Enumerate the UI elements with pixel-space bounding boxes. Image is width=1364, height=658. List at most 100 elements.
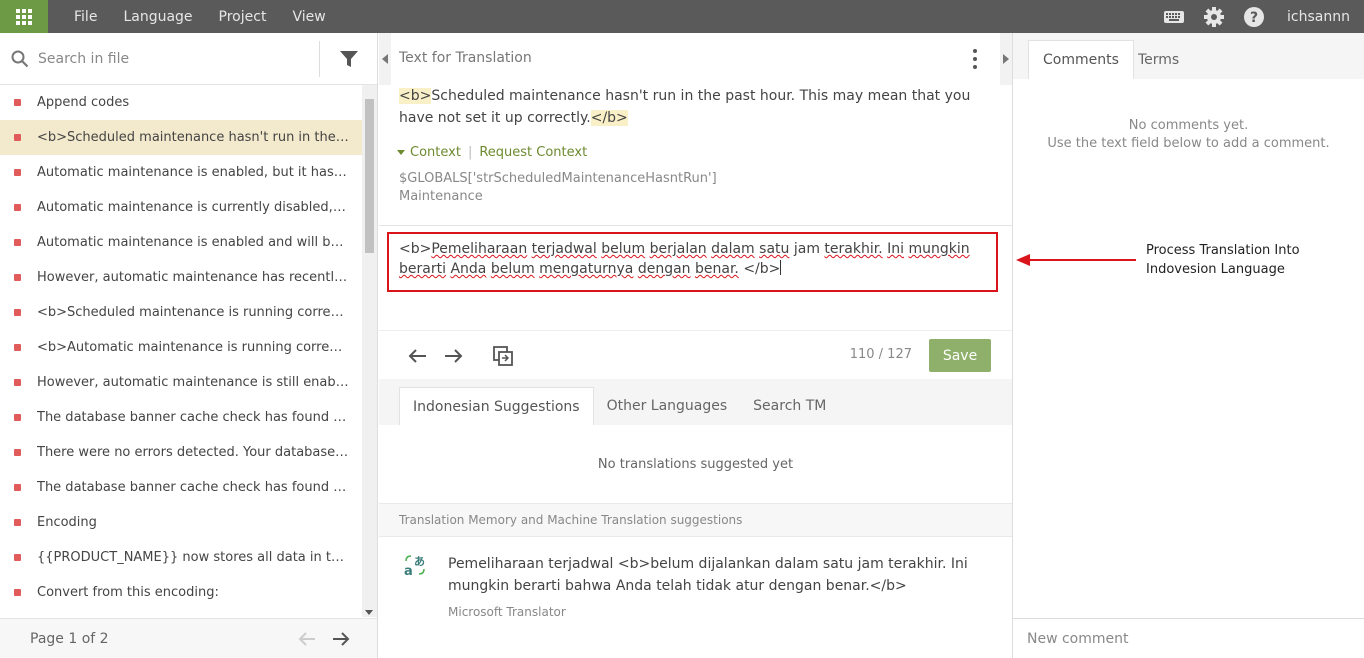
- status-untranslated-icon: [14, 99, 21, 106]
- new-comment-input[interactable]: [1027, 630, 1347, 647]
- collapse-left-button[interactable]: [379, 33, 391, 85]
- menu-view[interactable]: View: [279, 9, 338, 25]
- source-open-tag[interactable]: <b>: [399, 88, 432, 104]
- caret-right-icon: [1003, 54, 1009, 64]
- editor-panel: Text for Translation <b>Scheduled mainte…: [379, 33, 1012, 658]
- source-text: <b>Scheduled maintenance hasn't run in t…: [399, 85, 989, 129]
- tab-comments[interactable]: Comments: [1028, 40, 1134, 79]
- status-untranslated-icon: [14, 519, 21, 526]
- apps-grid-icon: [16, 8, 32, 25]
- status-untranslated-icon: [14, 589, 21, 596]
- menu-language[interactable]: Language: [110, 9, 205, 25]
- caret-left-icon: [382, 54, 388, 64]
- status-untranslated-icon: [14, 554, 21, 561]
- list-item[interactable]: Encoding: [0, 505, 362, 540]
- text-cursor: [780, 260, 782, 275]
- list-item[interactable]: The database banner cache check has foun…: [0, 470, 362, 505]
- filter-button[interactable]: [319, 40, 377, 77]
- list-item[interactable]: However, automatic maintenance is still …: [0, 365, 362, 400]
- status-untranslated-icon: [14, 344, 21, 351]
- context-row: Context | Request Context: [397, 145, 587, 160]
- suggestions-body: No translations suggested yet Translatio…: [379, 425, 1012, 658]
- scroll-thumb[interactable]: [365, 99, 374, 253]
- request-context-link[interactable]: Request Context: [479, 145, 587, 160]
- keyboard-icon[interactable]: [1163, 6, 1185, 28]
- context-group: Maintenance: [399, 189, 483, 204]
- arrow-right-icon: [445, 349, 463, 363]
- source-string: Scheduled maintenance hasn't run in the …: [399, 88, 971, 126]
- status-untranslated-icon: [14, 449, 21, 456]
- list-item[interactable]: Automatic maintenance is enabled, but it…: [0, 155, 362, 190]
- copy-source-icon: [493, 346, 513, 366]
- list-item[interactable]: Convert from this encoding:: [0, 575, 362, 610]
- filter-icon: [339, 50, 358, 67]
- menu-project[interactable]: Project: [206, 9, 280, 25]
- menu-file[interactable]: File: [61, 9, 110, 25]
- string-list-panel: Append codes <b>Scheduled maintenance ha…: [0, 33, 378, 658]
- help-icon[interactable]: ?: [1243, 6, 1265, 28]
- source-close-tag[interactable]: </b>: [590, 110, 628, 126]
- source-header: Text for Translation: [399, 50, 532, 66]
- gear-icon[interactable]: [1203, 6, 1225, 28]
- context-separator: |: [467, 145, 473, 160]
- no-comments-message: No comments yet. Use the text field belo…: [1047, 118, 1330, 151]
- divider: [379, 330, 1012, 331]
- save-button[interactable]: Save: [929, 339, 991, 372]
- status-untranslated-icon: [14, 169, 21, 176]
- list-item-active[interactable]: <b>Scheduled maintenance hasn't run in t…: [0, 120, 362, 155]
- list-item[interactable]: <b>Scheduled maintenance is running corr…: [0, 295, 362, 330]
- translate-icon: a あ: [404, 555, 425, 577]
- comment-box: [1013, 618, 1364, 658]
- list-item[interactable]: However, automatic maintenance has recen…: [0, 260, 362, 295]
- status-untranslated-icon: [14, 274, 21, 281]
- list-item[interactable]: There were no errors detected. Your data…: [0, 435, 362, 470]
- page-indicator: Page 1 of 2: [30, 630, 109, 647]
- search-input[interactable]: [38, 43, 318, 74]
- tab-indonesian-suggestions[interactable]: Indonesian Suggestions: [399, 387, 594, 425]
- comment-tabs: Comments Terms: [1013, 33, 1364, 79]
- apps-menu-button[interactable]: [0, 0, 48, 33]
- copy-source-button[interactable]: [491, 345, 515, 367]
- arrow-left-icon: [408, 349, 426, 363]
- list-item[interactable]: The database banner cache check has foun…: [0, 400, 362, 435]
- suggestion-tabs: Indonesian Suggestions Other Languages S…: [399, 387, 839, 425]
- next-string-button[interactable]: [442, 345, 466, 367]
- scroll-down-icon[interactable]: [365, 610, 373, 615]
- tab-search-tm[interactable]: Search TM: [740, 387, 839, 425]
- tab-other-languages[interactable]: Other Languages: [594, 387, 741, 425]
- status-untranslated-icon: [14, 134, 21, 141]
- collapse-right-button[interactable]: [1000, 33, 1012, 85]
- top-bar: File Language Project View ? ichsannn: [0, 0, 1364, 33]
- list-item[interactable]: Append codes: [0, 85, 362, 120]
- tab-terms[interactable]: Terms: [1124, 40, 1193, 79]
- context-key: $GLOBALS['strScheduledMaintenanceHasntRu…: [399, 171, 717, 186]
- prev-page-icon[interactable]: [297, 629, 317, 649]
- mt-source: Microsoft Translator: [448, 605, 566, 619]
- previous-string-button[interactable]: [405, 345, 429, 367]
- search-icon: [2, 33, 38, 85]
- divider: [379, 225, 1012, 226]
- svg-text:?: ?: [1250, 10, 1258, 26]
- next-page-icon[interactable]: [331, 629, 351, 649]
- list-item[interactable]: Automatic maintenance is enabled and wil…: [0, 225, 362, 260]
- no-suggestions-message: No translations suggested yet: [597, 457, 794, 472]
- list-scrollbar[interactable]: [362, 85, 377, 617]
- list-item[interactable]: <b>Automatic maintenance is running corr…: [0, 330, 362, 365]
- suggestions-area: Indonesian Suggestions Other Languages S…: [379, 379, 1012, 658]
- status-untranslated-icon: [14, 484, 21, 491]
- context-toggle[interactable]: Context: [410, 145, 461, 160]
- translation-editor[interactable]: <b>Pemeliharaan terjadwal belum berjalan…: [387, 232, 998, 292]
- username[interactable]: ichsannn: [1287, 9, 1350, 25]
- list-item[interactable]: Automatic maintenance is currently disab…: [0, 190, 362, 225]
- list-item[interactable]: {{PRODUCT_NAME}} now stores all data in …: [0, 540, 362, 575]
- search-bar: [0, 33, 377, 85]
- comments-panel: Comments Terms No comments yet. Use the …: [1012, 33, 1364, 658]
- context-caret-icon[interactable]: [397, 150, 405, 155]
- mt-suggestion[interactable]: Pemeliharaan terjadwal <b>belum dijalank…: [448, 553, 998, 597]
- svg-text:あ: あ: [414, 555, 425, 568]
- annotation-arrow: [1016, 254, 1136, 266]
- status-untranslated-icon: [14, 239, 21, 246]
- status-untranslated-icon: [14, 204, 21, 211]
- context-info: $GLOBALS['strScheduledMaintenanceHasntRu…: [399, 170, 717, 206]
- kebab-menu-icon[interactable]: [972, 49, 978, 69]
